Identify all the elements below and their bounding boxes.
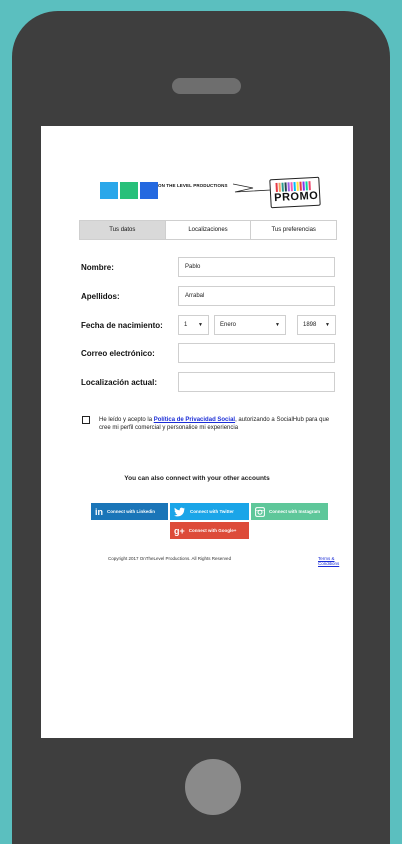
logo-block-darkblue	[140, 182, 158, 199]
tab-tus-preferencias[interactable]: Tus preferencias	[251, 221, 336, 239]
tab-localizaciones[interactable]: Localizaciones	[166, 221, 252, 239]
connect-title: You can also connect with your other acc…	[124, 475, 270, 482]
apellidos-label: Apellidos:	[81, 292, 120, 301]
linkedin-button[interactable]: in Connect with Linkedin	[91, 503, 168, 520]
day-value: 1	[184, 322, 188, 328]
tab-bar: Tus datos Localizaciones Tus preferencia…	[79, 220, 337, 240]
year-value: 1898	[303, 322, 317, 328]
fecha-label: Fecha de nacimiento:	[81, 321, 163, 330]
nombre-field[interactable]: Pablo	[178, 257, 335, 277]
promo-tag: PROMO	[269, 176, 321, 209]
terms-link[interactable]: Terms & Conditions	[318, 556, 353, 566]
consent-text: He leído y acepto la Política de Privaci…	[99, 416, 339, 432]
instagram-icon	[255, 506, 265, 517]
promo-label: PROMO	[273, 189, 319, 205]
correo-label: Correo electrónico:	[81, 349, 155, 358]
promo-string-icon	[233, 183, 272, 193]
twitter-button[interactable]: Connect with Twitter	[170, 503, 249, 520]
day-select[interactable]: 1 ▼	[178, 315, 209, 335]
home-button[interactable]	[185, 759, 241, 815]
localizacion-field[interactable]	[178, 372, 335, 392]
linkedin-icon: in	[95, 506, 103, 517]
caret-down-icon: ▼	[198, 322, 203, 328]
google-button[interactable]: g+ Connect with Google+	[170, 522, 249, 539]
apellidos-field[interactable]: Arrabal	[178, 286, 335, 306]
month-select[interactable]: Enero ▼	[214, 315, 286, 335]
consent-checkbox[interactable]	[82, 416, 90, 424]
brand-logo	[100, 182, 160, 199]
twitter-label: Connect with Twitter	[190, 509, 234, 514]
instagram-button[interactable]: Connect with Instagram	[251, 503, 328, 520]
app-screen: ON THE LEVEL PRODUCTIONS PROMO Tus datos…	[41, 126, 353, 738]
tab-tus-datos[interactable]: Tus datos	[80, 221, 166, 239]
logo-block-blue	[100, 182, 118, 199]
google-label: Connect with Google+	[188, 528, 237, 533]
privacy-policy-link[interactable]: Política de Privacidad Social	[154, 417, 235, 423]
logo-block-green	[120, 182, 138, 199]
localizacion-label: Localización actual:	[81, 378, 158, 387]
year-select[interactable]: 1898 ▼	[297, 315, 336, 335]
caret-down-icon: ▼	[275, 322, 280, 328]
google-plus-icon: g+	[174, 525, 185, 536]
caret-down-icon: ▼	[325, 322, 330, 328]
copyright-text: Copyright 2017 OnTheLevel Productions. A…	[108, 556, 232, 561]
month-value: Enero	[220, 322, 237, 328]
consent-prefix: He leído y acepto la	[99, 417, 154, 423]
instagram-label: Connect with Instagram	[269, 509, 321, 514]
linkedin-label: Connect with Linkedin	[107, 509, 155, 514]
correo-field[interactable]	[178, 343, 335, 363]
nombre-label: Nombre:	[81, 263, 114, 272]
brand-name: ON THE LEVEL PRODUCTIONS	[158, 183, 228, 188]
twitter-icon	[174, 507, 185, 516]
phone-speaker	[172, 78, 241, 94]
